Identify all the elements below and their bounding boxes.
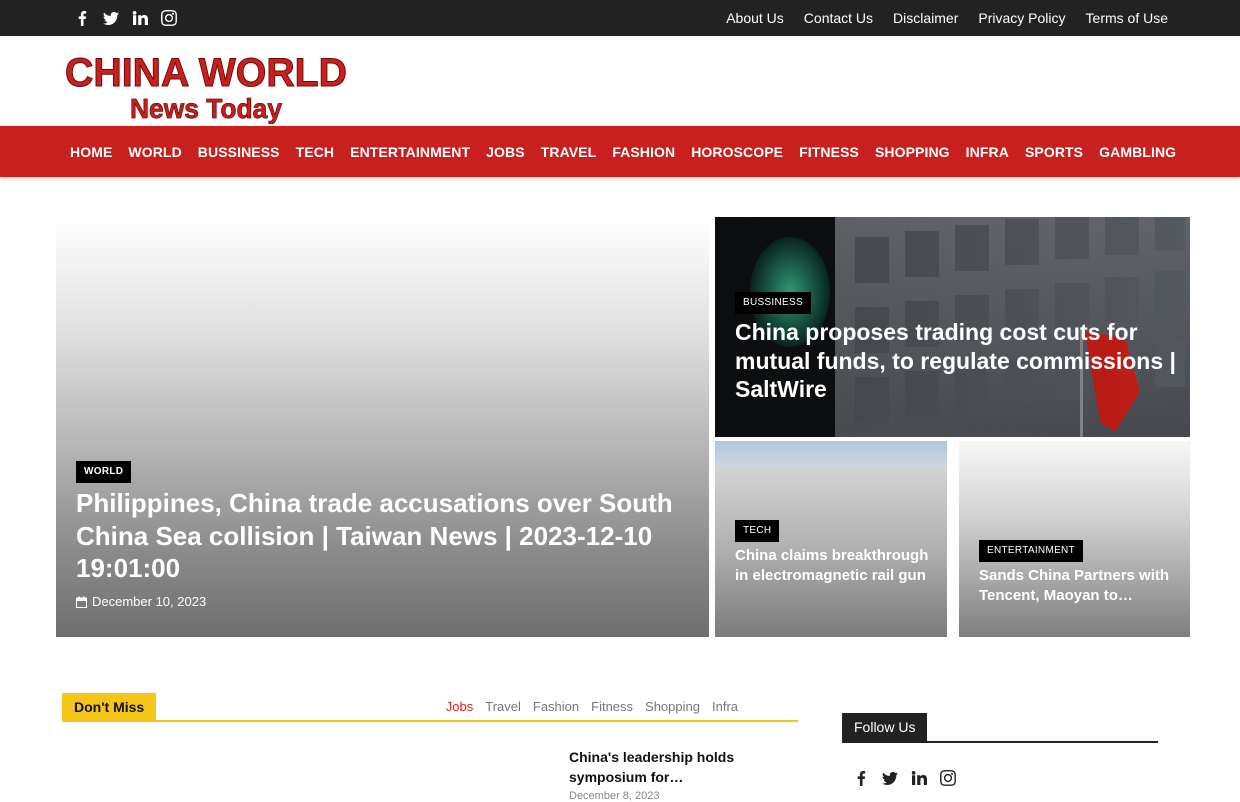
nav-item-jobs[interactable]: JOBS	[478, 144, 533, 160]
dont-miss-label: Don't Miss	[62, 693, 157, 722]
twitter-icon[interactable]	[882, 770, 898, 786]
contact-us-link[interactable]: Contact Us	[804, 10, 873, 26]
nav-item-infra[interactable]: INFRA	[958, 144, 1017, 160]
tab-fashion[interactable]: Fashion	[533, 699, 579, 714]
nav-item-bussiness[interactable]: BUSSINESS	[190, 144, 288, 160]
featured-main-date-row: December 10, 2023	[76, 594, 206, 609]
featured-bottom-right-card[interactable]: Entertainment Sands China Partners with …	[959, 441, 1190, 637]
featured-main-date: December 10, 2023	[92, 594, 207, 609]
featured-main-title[interactable]: Philippines, China trade accusations ove…	[76, 487, 676, 585]
dont-miss-story-date: December 8, 2023	[569, 790, 660, 802]
featured-top-right-title[interactable]: China proposes trading cost cuts for mut…	[735, 318, 1180, 404]
tab-travel[interactable]: Travel	[485, 699, 521, 714]
follow-us-header: Follow Us	[842, 713, 1158, 743]
featured-main-category[interactable]: World	[76, 461, 132, 483]
about-us-link[interactable]: About Us	[726, 10, 784, 26]
top-bar: About Us Contact Us Disclaimer Privacy P…	[0, 0, 1240, 36]
featured-bottom-left-category[interactable]: Tech	[735, 520, 780, 542]
linkedin-icon[interactable]	[132, 10, 148, 26]
nav-item-home[interactable]: HOME	[62, 144, 120, 160]
nav-item-entertainment[interactable]: ENTERTAINMENT	[342, 144, 478, 160]
nav-item-gambling[interactable]: GAMBLING	[1091, 144, 1184, 160]
nav-item-shopping[interactable]: SHOPPING	[867, 144, 958, 160]
facebook-icon[interactable]	[853, 770, 869, 786]
tab-infra[interactable]: Infra	[712, 699, 738, 714]
site-logo[interactable]: CHINA WORLD News Today	[62, 46, 350, 124]
nav-item-travel[interactable]: TRAVEL	[533, 144, 605, 160]
instagram-icon[interactable]	[940, 770, 956, 786]
instagram-icon[interactable]	[161, 10, 177, 26]
disclaimer-link[interactable]: Disclaimer	[893, 10, 958, 26]
dont-miss-story-title[interactable]: China's leadership holds symposium for…	[569, 747, 769, 787]
dont-miss-header: Don't Miss Jobs Travel Fashion Fitness S…	[62, 693, 798, 722]
featured-bottom-left-title[interactable]: China claims breakthrough in electromagn…	[735, 546, 935, 585]
tab-shopping[interactable]: Shopping	[645, 699, 700, 714]
featured-top-right-card[interactable]: Bussiness China proposes trading cost cu…	[715, 217, 1190, 437]
tab-fitness[interactable]: Fitness	[591, 699, 633, 714]
twitter-icon[interactable]	[103, 10, 119, 26]
site-header: CHINA WORLD News Today	[0, 36, 1240, 126]
tab-jobs[interactable]: Jobs	[446, 699, 473, 714]
terms-of-use-link[interactable]: Terms of Use	[1086, 10, 1168, 26]
main-nav: HOME WORLD BUSSINESS TECH ENTERTAINMENT …	[0, 126, 1240, 177]
follow-us-label: Follow Us	[842, 713, 928, 741]
logo-line-2: News Today	[130, 93, 282, 124]
top-social-links	[74, 0, 177, 36]
facebook-icon[interactable]	[74, 10, 90, 26]
privacy-policy-link[interactable]: Privacy Policy	[978, 10, 1065, 26]
nav-item-fashion[interactable]: FASHION	[604, 144, 683, 160]
featured-bottom-right-title[interactable]: Sands China Partners with Tencent, Maoya…	[979, 566, 1179, 605]
featured-main-card[interactable]: World Philippines, China trade accusatio…	[56, 217, 709, 637]
linkedin-icon[interactable]	[911, 770, 927, 786]
featured-top-right-category[interactable]: Bussiness	[735, 292, 811, 314]
featured-bottom-right-image	[959, 441, 1190, 637]
follow-social-links	[853, 760, 956, 796]
featured-bottom-right-category[interactable]: Entertainment	[979, 540, 1083, 562]
nav-item-tech[interactable]: TECH	[288, 144, 343, 160]
logo-line-1: CHINA WORLD	[65, 51, 347, 95]
featured-bottom-left-card[interactable]: Tech China claims breakthrough in electr…	[715, 441, 947, 637]
nav-item-sports[interactable]: SPORTS	[1017, 144, 1091, 160]
nav-item-horoscope[interactable]: HOROSCOPE	[683, 144, 791, 160]
nav-item-fitness[interactable]: FITNESS	[791, 144, 867, 160]
calendar-icon	[76, 596, 87, 608]
nav-item-world[interactable]: WORLD	[120, 144, 189, 160]
dont-miss-tabs: Jobs Travel Fashion Fitness Shopping Inf…	[446, 693, 738, 720]
top-links: About Us Contact Us Disclaimer Privacy P…	[726, 0, 1168, 36]
